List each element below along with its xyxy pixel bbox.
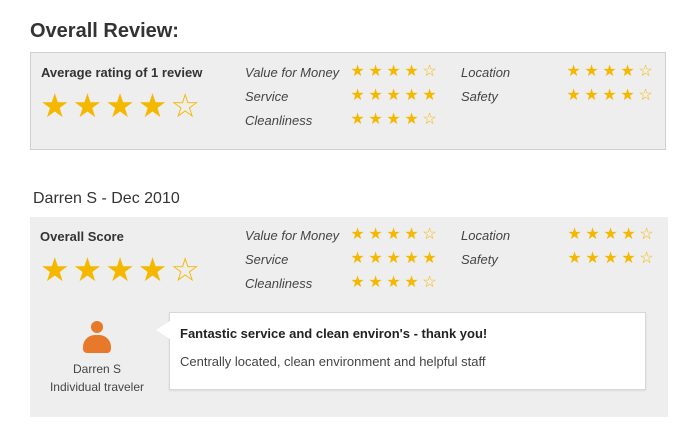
star-filled-icon: ★	[585, 226, 600, 243]
review-criterion-value-stars: ★ ★ ★ ★ ☆	[349, 227, 438, 243]
star-filled-icon: ★	[422, 87, 437, 104]
review-criterion-location-label: Location	[461, 228, 511, 243]
summary-criterion-safety-label: Safety	[461, 89, 498, 104]
star-filled-icon: ★	[350, 87, 365, 104]
star-filled-icon: ★	[368, 111, 383, 128]
star-filled-icon: ★	[386, 226, 401, 243]
star-filled-icon: ★	[386, 111, 401, 128]
star-filled-icon: ★	[72, 251, 103, 288]
summary-overall-stars: ★ ★ ★ ★ ☆	[40, 89, 200, 122]
star-filled-icon: ★	[368, 274, 383, 291]
star-filled-icon: ★	[566, 63, 581, 80]
page-title: Overall Review:	[30, 20, 179, 42]
star-filled-icon: ★	[72, 87, 103, 124]
star-filled-icon: ★	[404, 63, 419, 80]
review-body: Centrally located, clean environment and…	[180, 354, 486, 369]
star-filled-icon: ★	[386, 87, 401, 104]
star-filled-icon: ★	[404, 87, 419, 104]
star-filled-icon: ★	[350, 250, 365, 267]
overall-score-label: Overall Score	[40, 229, 124, 244]
star-filled-icon: ★	[404, 226, 419, 243]
review-criterion-service-stars: ★ ★ ★ ★ ★	[349, 251, 438, 267]
star-filled-icon: ★	[368, 87, 383, 104]
summary-criterion-location-label: Location	[461, 65, 511, 80]
review-criterion-service-label: Service	[245, 252, 289, 267]
star-empty-icon: ☆	[638, 63, 653, 80]
summary-criterion-cleanliness-label: Cleanliness	[245, 113, 313, 128]
star-filled-icon: ★	[105, 87, 135, 124]
summary-criterion-value-label: Value for Money	[245, 65, 340, 80]
star-filled-icon: ★	[422, 250, 437, 267]
review-title: Fantastic service and clean environ's - …	[180, 326, 488, 341]
star-filled-icon: ★	[105, 251, 135, 288]
star-empty-icon: ☆	[638, 87, 653, 104]
star-filled-icon: ★	[386, 250, 401, 267]
star-filled-icon: ★	[603, 250, 618, 267]
person-icon	[83, 321, 111, 353]
review-criterion-safety-label: Safety	[461, 252, 498, 267]
star-filled-icon: ★	[584, 63, 599, 80]
review-heading: Darren S - Dec 2010	[33, 190, 180, 207]
star-filled-icon: ★	[386, 274, 401, 291]
review-criterion-cleanliness-stars: ★ ★ ★ ★ ☆	[349, 275, 438, 291]
star-filled-icon: ★	[137, 251, 168, 288]
review-overall-stars: ★ ★ ★ ★ ☆	[40, 253, 200, 286]
star-filled-icon: ★	[566, 87, 581, 104]
star-filled-icon: ★	[368, 250, 383, 267]
star-filled-icon: ★	[620, 87, 635, 104]
star-filled-icon: ★	[350, 226, 365, 243]
star-filled-icon: ★	[620, 63, 635, 80]
summary-criterion-cleanliness-stars: ★ ★ ★ ★ ☆	[349, 112, 438, 128]
star-filled-icon: ★	[567, 226, 582, 243]
star-filled-icon: ★	[621, 226, 636, 243]
star-filled-icon: ★	[621, 250, 636, 267]
review-bubble	[169, 312, 646, 390]
review-criterion-cleanliness-label: Cleanliness	[245, 276, 313, 291]
star-filled-icon: ★	[40, 251, 70, 288]
star-empty-icon: ☆	[170, 87, 200, 124]
star-empty-icon: ☆	[422, 274, 437, 291]
star-filled-icon: ★	[368, 226, 383, 243]
reviewer-type: Individual traveler	[49, 380, 145, 394]
review-criterion-safety-stars: ★ ★ ★ ★ ☆	[566, 251, 655, 267]
star-filled-icon: ★	[404, 111, 419, 128]
summary-heading: Average rating of 1 review	[41, 65, 203, 80]
summary-criterion-location-stars: ★ ★ ★ ★ ☆	[565, 64, 654, 80]
star-empty-icon: ☆	[170, 251, 200, 288]
star-filled-icon: ★	[350, 63, 365, 80]
star-empty-icon: ☆	[639, 250, 654, 267]
star-empty-icon: ☆	[422, 63, 437, 80]
star-empty-icon: ☆	[422, 111, 437, 128]
star-filled-icon: ★	[404, 274, 419, 291]
summary-criterion-safety-stars: ★ ★ ★ ★ ☆	[565, 88, 654, 104]
bubble-pointer	[156, 321, 170, 339]
star-filled-icon: ★	[137, 87, 168, 124]
star-filled-icon: ★	[603, 226, 618, 243]
star-filled-icon: ★	[350, 274, 365, 291]
star-empty-icon: ☆	[639, 226, 654, 243]
star-filled-icon: ★	[40, 87, 70, 124]
star-filled-icon: ★	[585, 250, 600, 267]
star-filled-icon: ★	[602, 63, 617, 80]
star-filled-icon: ★	[584, 87, 599, 104]
review-criterion-value-label: Value for Money	[245, 228, 340, 243]
star-filled-icon: ★	[404, 250, 419, 267]
star-filled-icon: ★	[386, 63, 401, 80]
reviewer-name[interactable]: Darren S	[30, 362, 164, 376]
star-filled-icon: ★	[368, 63, 383, 80]
review-criterion-location-stars: ★ ★ ★ ★ ☆	[566, 227, 655, 243]
summary-criterion-value-stars: ★ ★ ★ ★ ☆	[349, 64, 438, 80]
summary-criterion-service-stars: ★ ★ ★ ★ ★	[349, 88, 438, 104]
star-empty-icon: ☆	[422, 226, 437, 243]
star-filled-icon: ★	[567, 250, 582, 267]
star-filled-icon: ★	[602, 87, 617, 104]
star-filled-icon: ★	[350, 111, 365, 128]
summary-criterion-service-label: Service	[245, 89, 289, 104]
